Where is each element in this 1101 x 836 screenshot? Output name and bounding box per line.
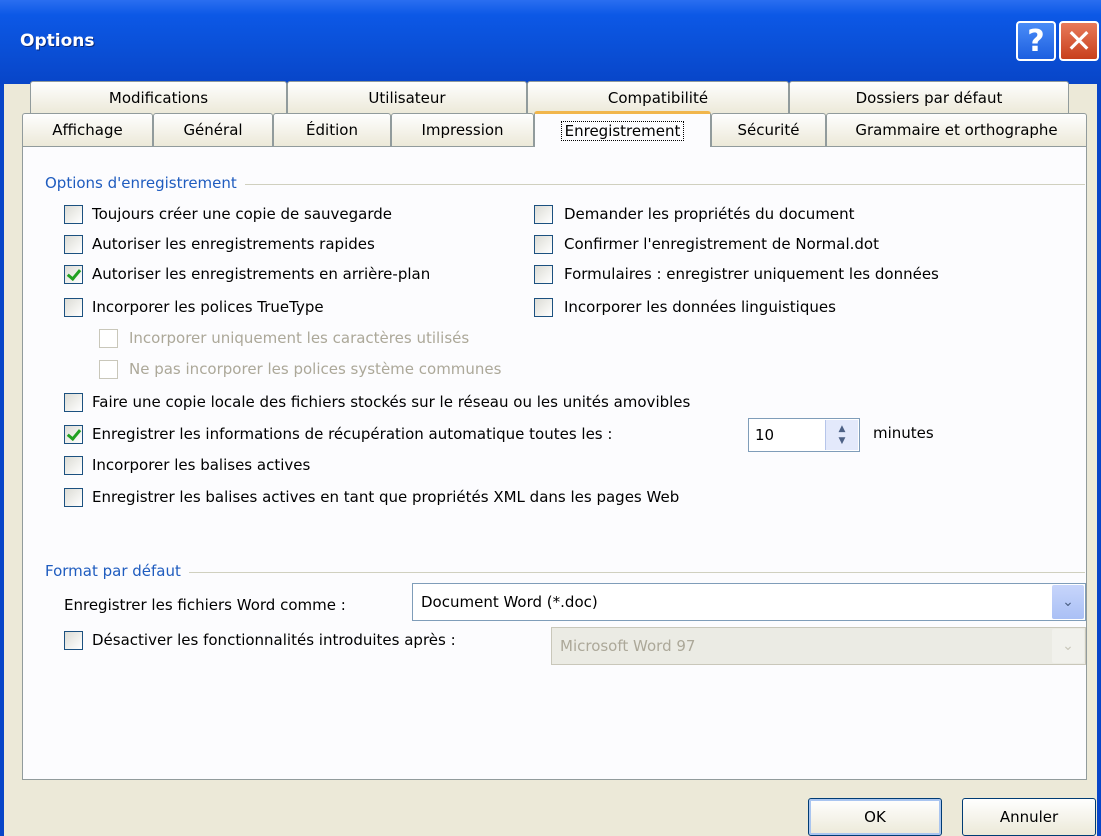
disable-features-select[interactable]: Microsoft Word 97 ⌄ <box>551 627 1086 665</box>
checkbox-embed-smart-tags[interactable] <box>64 456 83 475</box>
label-forms-data-only: Formulaires : enregistrer uniquement les… <box>564 265 939 283</box>
tab-label: Enregistrement <box>560 120 685 141</box>
spinner-value: 10 <box>755 426 775 444</box>
group-divider <box>45 572 1085 573</box>
save-format-select[interactable]: Document Word (*.doc) ⌄ <box>412 583 1086 621</box>
checkbox-no-system-fonts[interactable] <box>99 360 118 379</box>
tab-affichage[interactable]: Affichage <box>22 113 153 146</box>
tab-securite[interactable]: Sécurité <box>711 113 826 146</box>
label-linguistic-data: Incorporer les données linguistiques <box>564 298 836 316</box>
tab-label: Général <box>183 121 243 139</box>
close-x-icon: ✕ <box>1065 22 1093 60</box>
checkbox-doc-properties[interactable] <box>534 205 553 224</box>
tab-compatibilite[interactable]: Compatibilité <box>527 81 789 114</box>
disable-features-value: Microsoft Word 97 <box>560 637 696 655</box>
question-mark-icon: ? <box>1027 23 1045 59</box>
label-embed-used-chars: Incorporer uniquement les caractères uti… <box>129 329 470 347</box>
tab-grammaire-orthographe[interactable]: Grammaire et orthographe <box>826 113 1087 146</box>
group-title-save-options: Options d'enregistrement <box>45 174 245 192</box>
tab-label: Utilisateur <box>368 89 446 107</box>
help-button[interactable]: ? <box>1016 21 1056 61</box>
label-fast-saves: Autoriser les enregistrements rapides <box>92 235 375 253</box>
tab-general[interactable]: Général <box>153 113 273 146</box>
checkbox-background-saves[interactable] <box>64 265 83 284</box>
checkbox-disable-features[interactable] <box>64 631 83 650</box>
label-autorecover: Enregistrer les informations de récupéra… <box>92 425 613 443</box>
checkbox-forms-data-only[interactable] <box>534 265 553 284</box>
tab-impression[interactable]: Impression <box>391 113 534 146</box>
checkbox-backup-copy[interactable] <box>64 205 83 224</box>
checkbox-autorecover[interactable] <box>64 425 83 444</box>
autorecover-minutes-spinner[interactable]: 10 ▲ ▼ <box>748 418 860 452</box>
tab-modifications[interactable]: Modifications <box>30 81 287 114</box>
checkbox-embed-truetype[interactable] <box>64 298 83 317</box>
tab-label: Édition <box>306 121 358 139</box>
label-confirm-normal: Confirmer l'enregistrement de Normal.dot <box>564 235 879 253</box>
chevron-down-icon[interactable]: ⌄ <box>1052 629 1084 663</box>
label-save-word-as: Enregistrer les fichiers Word comme : <box>64 596 346 614</box>
label-embed-truetype: Incorporer les polices TrueType <box>92 298 324 316</box>
tab-utilisateur[interactable]: Utilisateur <box>287 81 527 114</box>
spinner-arrows[interactable]: ▲ ▼ <box>825 420 858 450</box>
checkbox-smart-tags-xml[interactable] <box>64 488 83 507</box>
close-button[interactable]: ✕ <box>1059 21 1099 61</box>
tab-label: Impression <box>421 121 504 139</box>
tab-label: Affichage <box>52 121 123 139</box>
tab-label: Modifications <box>108 89 209 107</box>
tab-label: Dossiers par défaut <box>855 89 1003 107</box>
label-minutes: minutes <box>873 424 934 442</box>
group-title-default-format: Format par défaut <box>45 562 189 580</box>
checkbox-linguistic-data[interactable] <box>534 298 553 317</box>
tab-label: Compatibilité <box>607 89 709 107</box>
ok-button[interactable]: OK <box>808 798 942 836</box>
checkbox-local-copy[interactable] <box>64 393 83 412</box>
label-local-copy: Faire une copie locale des fichiers stoc… <box>92 393 691 411</box>
save-format-value: Document Word (*.doc) <box>421 593 598 611</box>
checkbox-fast-saves[interactable] <box>64 235 83 254</box>
window-title: Options <box>20 31 95 51</box>
chevron-down-icon[interactable]: ⌄ <box>1052 585 1084 619</box>
label-disable-features: Désactiver les fonctionnalités introduit… <box>92 631 456 649</box>
label-background-saves: Autoriser les enregistrements en arrière… <box>92 265 431 283</box>
tab-edition[interactable]: Édition <box>273 113 391 146</box>
tab-dossiers-par-defaut[interactable]: Dossiers par défaut <box>789 81 1069 114</box>
tab-enregistrement[interactable]: Enregistrement <box>534 111 711 147</box>
tab-label: Grammaire et orthographe <box>855 121 1058 139</box>
checkbox-embed-used-chars[interactable] <box>99 329 118 348</box>
spin-down-icon[interactable]: ▼ <box>839 435 846 447</box>
label-smart-tags-xml: Enregistrer les balises actives en tant … <box>92 488 680 506</box>
title-bar: Options ? ✕ <box>0 0 1101 84</box>
tab-label: Sécurité <box>737 121 800 139</box>
cancel-button[interactable]: Annuler <box>962 798 1096 836</box>
label-backup-copy: Toujours créer une copie de sauvegarde <box>92 205 392 223</box>
label-no-system-fonts: Ne pas incorporer les polices système co… <box>129 360 502 378</box>
spin-up-icon[interactable]: ▲ <box>839 423 846 435</box>
checkbox-confirm-normal[interactable] <box>534 235 553 254</box>
label-doc-properties: Demander les propriétés du document <box>564 205 855 223</box>
tab-panel: Options d'enregistrement Toujours créer … <box>22 146 1087 780</box>
label-embed-smart-tags: Incorporer les balises actives <box>92 456 311 474</box>
